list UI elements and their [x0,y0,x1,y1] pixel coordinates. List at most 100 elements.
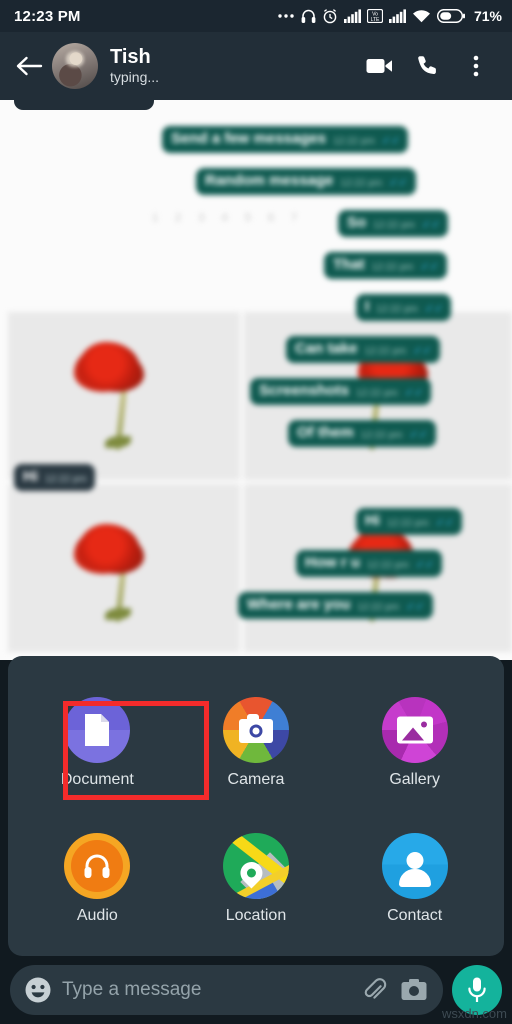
message-time: 12:22 pm [371,261,414,273]
read-receipt-icon: ✓✓ [421,218,441,231]
document-icon [64,696,131,763]
message-time: 12:22 pm [333,135,375,147]
photo-attachment[interactable] [8,312,240,480]
alarm-icon [322,8,338,24]
read-receipt-icon: ✓✓ [420,260,439,273]
message-time: 12:22 pm [373,219,415,231]
watermark: wsxdn.com [441,1006,507,1021]
read-receipt-icon: ✓✓ [381,134,401,147]
headphones-icon [301,8,316,24]
message-time: 12:22 pm [45,473,87,485]
video-call-icon[interactable] [356,42,404,90]
message-bubble[interactable]: Random message 12:22 pm ✓✓ [196,168,416,195]
svg-text:LTE: LTE [371,17,380,23]
wifi-icon [412,9,431,23]
attach-option-document[interactable]: Document [18,674,177,810]
attachment-grid: Document Camera Gallery Audio Location C… [18,674,494,946]
avatar[interactable] [52,43,98,89]
attach-option-label: Gallery [389,770,440,788]
more-dots-icon [277,12,295,20]
attach-option-label: Audio [76,906,118,924]
read-receipt-icon: ✓✓ [424,302,444,315]
emoji-smiley-icon[interactable] [24,976,52,1004]
status-bar-clock: 12:23 PM [14,7,81,25]
read-receipt-icon: ✓✓ [406,600,425,613]
message-bubble[interactable]: Can take 12:22 pm ✓✓ [286,336,440,363]
message-bubble[interactable]: That 12:22 pm ✓✓ [324,252,447,279]
message-time: 12:22 pm [356,387,398,399]
message-text: Screenshots [259,382,350,399]
back-arrow-icon[interactable] [8,45,50,87]
read-receipt-icon: ✓✓ [389,176,408,189]
location-icon [222,832,289,899]
message-bubble[interactable]: Screenshots 12:22 pm ✓✓ [250,378,432,405]
message-text: Random message [205,172,334,189]
signal-bars-icon [343,9,361,23]
attach-option-label: Camera [227,770,285,788]
read-receipt-icon: ✓✓ [415,558,435,571]
chat-blurred-content: 1 2 3 4 5 6 7 Send a few messages 12:22 … [0,100,512,660]
message-bubble[interactable]: I 12:22 pm ✓✓ [356,294,452,321]
message-bubble[interactable]: Of them 12:22 pm ✓✓ [288,420,436,447]
message-text: So [347,214,367,231]
message-input[interactable] [62,979,349,1001]
attach-option-contact[interactable]: Contact [335,810,494,946]
attach-option-gallery[interactable]: Gallery [335,674,494,810]
volte-icon: Vo LTE [366,9,383,23]
message-list[interactable]: 1 2 3 4 5 6 7 Send a few messages 12:22 … [0,100,512,660]
message-text: I [365,298,370,315]
chat-divider-labels: 1 2 3 4 5 6 7 [152,212,305,224]
message-bubble[interactable]: Send a few messages 12:22 pm ✓✓ [162,126,409,153]
message-input-pill[interactable] [10,965,443,1015]
attach-option-camera[interactable]: Camera [177,674,336,810]
audio-icon [64,832,131,899]
header-actions [356,42,500,90]
read-receipt-icon: ✓✓ [404,386,424,399]
message-bubble[interactable]: How r u 12:22 pm ✓✓ [296,550,443,577]
phone-call-icon[interactable] [404,42,452,90]
battery-icon [436,9,465,23]
message-text: Can take [295,340,358,357]
attach-option-location[interactable]: Location [177,810,336,946]
read-receipt-icon: ✓✓ [413,344,432,357]
attach-option-label: Location [225,906,287,924]
message-time: 12:22 pm [360,429,403,441]
contact-icon [381,832,448,899]
message-text: Send a few messages [171,130,327,147]
attach-option-label: Contact [387,906,443,924]
signal-bars-2-icon [388,9,406,23]
paperclip-icon[interactable] [359,975,389,1005]
contact-info[interactable]: Tish typing... [110,46,356,86]
whatsapp-chat-screen: 12:23 PM Vo LTE 71% Tish typing... 1 2 3… [0,0,512,1024]
message-time: 12:22 pm [340,177,383,189]
message-input-bar [0,956,512,1024]
message-text: That [333,256,365,273]
chat-header: Tish typing... [0,32,512,100]
message-bubble[interactable]: Where are you 12:22 pm ✓✓ [238,592,433,619]
read-receipt-icon: ✓✓ [409,428,428,441]
status-bar: 12:23 PM Vo LTE 71% [0,0,512,32]
status-bar-icons: Vo LTE 71% [277,8,502,24]
read-receipt-icon: ✓✓ [435,516,455,529]
message-text: Where are you [247,596,351,613]
message-text: Hi [23,468,38,485]
message-bubble[interactable]: Hi 12:22 pm ✓✓ [356,508,463,535]
message-bubble[interactable]: Hi 12:22 pm [14,464,95,491]
photo-attachment[interactable] [8,484,240,652]
message-text: How r u [305,554,360,571]
battery-percent-label: 71% [473,8,502,24]
attach-option-label: Document [60,770,134,788]
attachment-panel: Document Camera Gallery Audio Location C… [8,656,504,956]
message-time: 12:22 pm [357,601,400,613]
message-text: Of them [297,424,354,441]
gallery-icon [381,696,448,763]
more-vertical-icon[interactable] [452,42,500,90]
message-time: 12:22 pm [364,345,407,357]
message-bubble[interactable]: So 12:22 pm ✓✓ [338,210,449,237]
camera-icon[interactable] [399,975,429,1005]
camera-icon [222,696,289,763]
message-time: 12:22 pm [376,303,418,315]
attach-option-audio[interactable]: Audio [18,810,177,946]
contact-status: typing... [110,69,160,86]
message-time: 12:22 pm [367,559,409,571]
